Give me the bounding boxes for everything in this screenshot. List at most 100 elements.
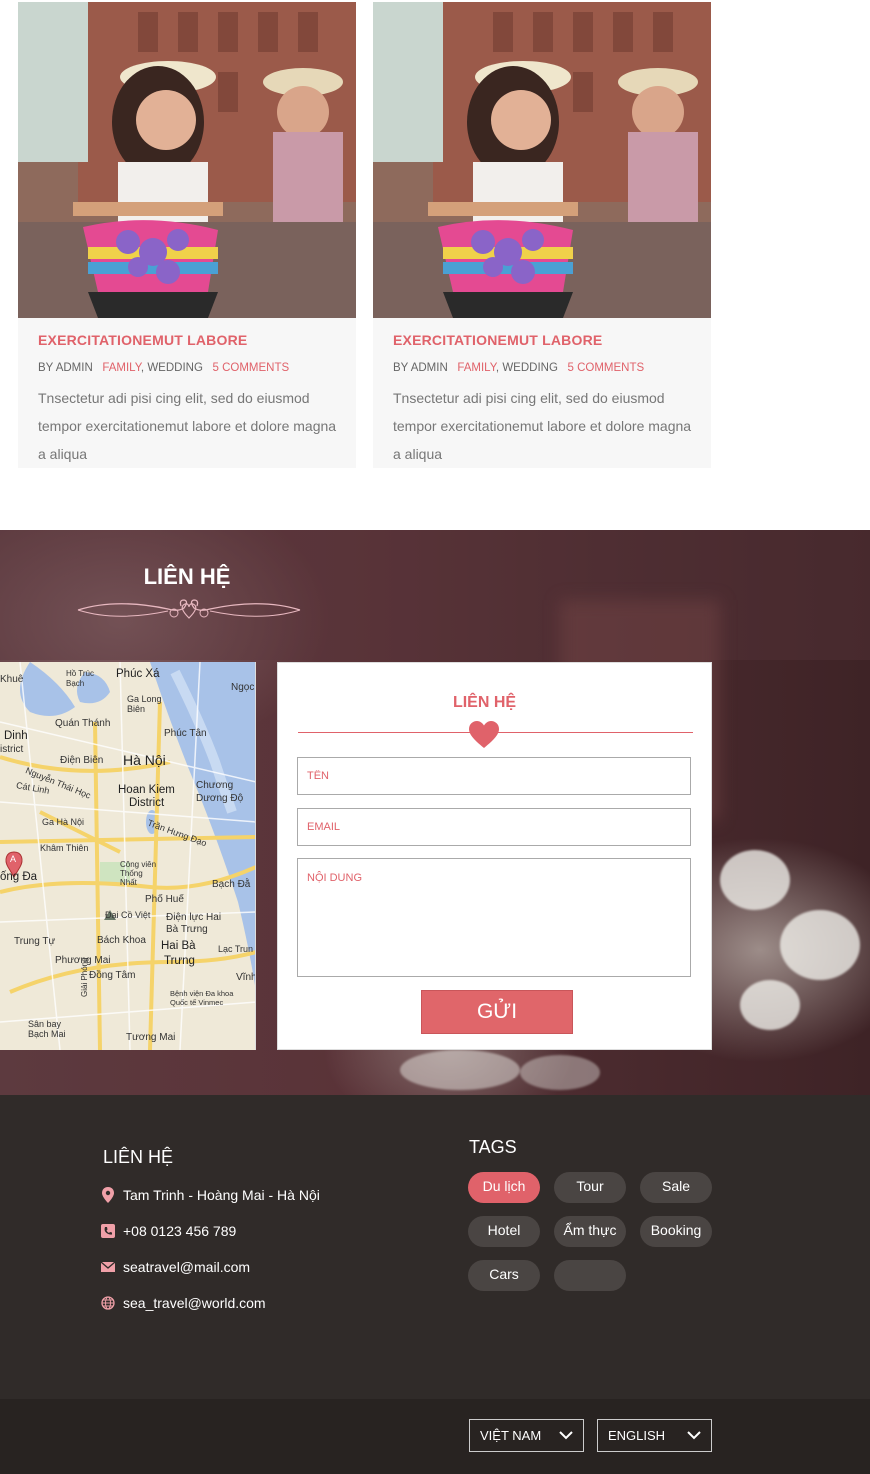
map-label: Đại Cồ Việt — [105, 910, 151, 920]
post-meta: BY ADMIN FAMILY, WEDDING 5 COMMENTS — [393, 362, 645, 374]
map-label: Hoan Kiem — [118, 784, 175, 796]
map-label: Phố Huế — [145, 894, 184, 905]
couple-bicycle-image — [18, 2, 356, 318]
map-label: Phúc Xá — [116, 668, 160, 680]
map-label: Ga Long Biên — [127, 694, 162, 714]
map-label: Bệnh viện Đa khoa Quốc tế Vinmec — [170, 989, 234, 1007]
location-map[interactable]: Khuê Phúc Xá Hồ Trúc Bạch Ngọc Ga Long B… — [0, 662, 256, 1050]
tag-cars[interactable]: Cars — [468, 1260, 540, 1291]
map-marker-label: A — [10, 854, 17, 864]
tag-am-thuc[interactable]: Ẩm thực — [554, 1216, 626, 1247]
footer-phone-text[interactable]: +08 0123 456 789 — [123, 1223, 236, 1239]
post-title[interactable]: EXERCITATIONEMUT LABORE — [38, 332, 247, 348]
map-label: Khuê — [0, 674, 24, 685]
footer-contact-title: LIÊN HỆ — [103, 1147, 174, 1167]
heart-icon — [469, 721, 499, 748]
blog-card: EXERCITATIONEMUT LABORE BY ADMIN FAMILY,… — [18, 2, 356, 468]
map-label: Lạc Trun — [218, 944, 254, 954]
post-meta: BY ADMIN FAMILY, WEDDING 5 COMMENTS — [38, 362, 290, 374]
phone-icon — [101, 1224, 115, 1238]
message-field[interactable] — [297, 858, 691, 977]
map-label: Phúc Tân — [164, 728, 207, 739]
tag-booking[interactable]: Booking — [640, 1216, 712, 1247]
location-pin-icon — [102, 1187, 114, 1203]
map-label: Hồ Trúc Bạch — [66, 669, 95, 688]
post-comments-link[interactable]: 5 COMMENTS — [213, 362, 290, 374]
map-label: Trưng — [164, 955, 195, 967]
map-label: District — [129, 797, 165, 809]
post-category-wedding[interactable]: WEDDING — [502, 362, 558, 374]
chevron-down-icon — [687, 1431, 701, 1440]
map-label: Hai Bà — [161, 940, 196, 952]
tag-hotel[interactable]: Hotel — [468, 1216, 540, 1247]
footer: LIÊN HỆ Tam Trinh - Hoàng Mai - Hà Nội +… — [0, 1095, 870, 1399]
map-label: Hà Nội — [123, 752, 166, 768]
map-label: Khâm Thiên — [40, 843, 89, 853]
language-label: ENGLISH — [608, 1428, 666, 1443]
map-label: Sân bay Bạch Mai — [28, 1019, 66, 1039]
map-label: Bách Khoa — [97, 935, 146, 946]
tag-du-lich[interactable]: Du lịch — [468, 1172, 540, 1203]
map-label: istrict — [0, 744, 24, 755]
couple-bicycle-image — [373, 2, 711, 318]
send-button[interactable]: GỬI — [421, 990, 573, 1034]
background-flower — [780, 910, 860, 980]
map-label: Quán Thánh — [55, 718, 111, 729]
language-select-english[interactable]: ENGLISH — [597, 1419, 712, 1452]
map-label: Bạch Đằ — [212, 879, 251, 890]
map-label: Đồng Tâm — [89, 970, 136, 981]
post-excerpt: Tnsectetur adi pisi cing elit, sed do ei… — [393, 390, 692, 462]
form-title: LIÊN HỆ — [452, 694, 517, 711]
bottom-bar: VIỆT NAM ENGLISH — [0, 1399, 870, 1474]
section-title: LIÊN HỆ — [143, 564, 231, 589]
tag-sale[interactable]: Sale — [640, 1172, 712, 1203]
map-label: Công viên Thống Nhất — [120, 860, 157, 887]
post-category-family[interactable]: FAMILY — [102, 362, 141, 374]
map-label: Trung Tự — [14, 936, 56, 947]
post-author[interactable]: BY ADMIN — [38, 362, 93, 374]
map-label: Điện Biên — [60, 755, 104, 766]
post-photo[interactable] — [373, 2, 711, 318]
post-comments-link[interactable]: 5 COMMENTS — [568, 362, 645, 374]
map-label: Ga Hà Nội — [42, 817, 85, 827]
language-select-vietnamese[interactable]: VIỆT NAM — [469, 1419, 584, 1452]
background-flower — [520, 1055, 600, 1090]
map-label: Tương Mai — [126, 1032, 176, 1043]
blog-card: EXERCITATIONEMUT LABORE BY ADMIN FAMILY,… — [373, 2, 711, 468]
background-blur — [0, 530, 870, 660]
map-label: Chương Dương Độ — [196, 780, 244, 804]
post-author[interactable]: BY ADMIN — [393, 362, 448, 374]
map-label: ống Đa — [0, 871, 38, 883]
post-category-wedding[interactable]: WEDDING — [147, 362, 203, 374]
post-excerpt: Tnsectetur adi pisi cing elit, sed do ei… — [38, 390, 337, 462]
footer-website-text[interactable]: sea_travel@world.com — [123, 1295, 266, 1311]
mail-icon — [101, 1262, 115, 1272]
map-label: Vĩnh — [236, 972, 256, 983]
background-flower — [740, 980, 800, 1030]
background-flower — [720, 850, 790, 910]
tag-empty[interactable] — [554, 1260, 626, 1291]
post-photo[interactable] — [18, 2, 356, 318]
map-label: Dinh — [4, 730, 28, 742]
tags-title: TAGS — [469, 1137, 517, 1157]
map-label: Giải Phóng — [80, 957, 89, 997]
globe-icon — [101, 1296, 115, 1310]
email-field[interactable] — [297, 808, 691, 846]
background-flower — [400, 1050, 520, 1090]
footer-email-text[interactable]: seatravel@mail.com — [123, 1259, 250, 1275]
map-label: Điện lực Hai Bà Trưng — [166, 912, 222, 935]
post-category-family[interactable]: FAMILY — [457, 362, 496, 374]
footer-website: sea_travel@world.com — [101, 1294, 266, 1312]
contact-form: LIÊN HỆ GỬI — [277, 662, 712, 1050]
ornament-divider-icon — [77, 599, 301, 619]
chevron-down-icon — [559, 1431, 573, 1440]
footer-email: seatravel@mail.com — [101, 1258, 250, 1276]
language-label: VIỆT NAM — [480, 1428, 542, 1443]
map-label: Ngọc — [231, 682, 255, 693]
name-field[interactable] — [297, 757, 691, 795]
footer-phone: +08 0123 456 789 — [101, 1222, 236, 1240]
post-title[interactable]: EXERCITATIONEMUT LABORE — [393, 332, 602, 348]
footer-address-text: Tam Trinh - Hoàng Mai - Hà Nội — [123, 1187, 320, 1203]
footer-address: Tam Trinh - Hoàng Mai - Hà Nội — [101, 1186, 320, 1204]
tag-tour[interactable]: Tour — [554, 1172, 626, 1203]
